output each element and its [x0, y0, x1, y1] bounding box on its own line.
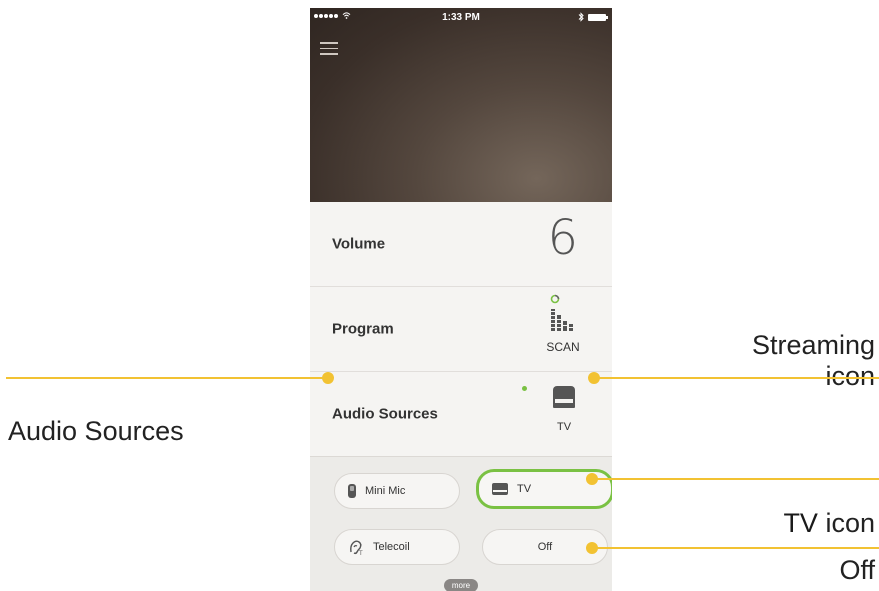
audio-sources-label: Audio Sources: [332, 405, 438, 423]
callout-tv-icon: TV icon: [783, 508, 875, 539]
battery-icon: [588, 13, 608, 21]
telecoil-button[interactable]: T Telecoil: [334, 529, 460, 565]
volume-row[interactable]: Volume 6: [310, 202, 612, 287]
svg-text:T: T: [359, 551, 363, 556]
hero-background: [310, 8, 612, 202]
audio-source-panel: Mini Mic TV T Telecoil Off more: [310, 456, 612, 591]
volume-label: Volume: [332, 235, 386, 253]
callout-streaming-line1: Streaming: [751, 330, 875, 360]
tv-icon: [492, 483, 508, 495]
streaming-indicator: TV: [522, 384, 586, 433]
callout-dot-audio-sources: [322, 372, 334, 384]
tv-streamer-icon: [553, 386, 575, 408]
audio-sources-row[interactable]: Audio Sources TV: [310, 372, 612, 457]
callout-line-streaming: [594, 377, 879, 379]
callout-streaming-icon: Streaming icon: [752, 330, 875, 392]
tv-source-label: TV: [517, 483, 532, 495]
program-mode-label: SCAN: [546, 340, 580, 354]
callout-line-off: [592, 547, 879, 549]
callout-audio-sources: Audio Sources: [8, 416, 184, 446]
menu-icon[interactable]: [320, 42, 338, 55]
mini-mic-icon: [348, 484, 356, 498]
mini-mic-label: Mini Mic: [365, 485, 406, 497]
mini-mic-button[interactable]: Mini Mic: [334, 473, 460, 509]
program-row[interactable]: Program SCAN: [310, 287, 612, 372]
callout-off: Off: [839, 555, 875, 585]
status-time: 1:33 PM: [442, 12, 480, 23]
phone-screen: 1:33 PM Volume 6 Program SCAN Audio Sour…: [310, 8, 612, 591]
callout-tv-suffix: icon: [817, 508, 875, 538]
callout-tv-word: TV: [783, 508, 818, 538]
program-indicator: SCAN: [538, 293, 588, 354]
scan-program-icon: [550, 294, 573, 331]
streaming-active-dot: [522, 386, 527, 391]
status-bar: 1:33 PM: [310, 8, 612, 28]
status-right: [578, 12, 608, 22]
off-label: Off: [537, 541, 553, 553]
callout-line-audio-sources: [6, 377, 328, 379]
telecoil-label: Telecoil: [373, 541, 410, 553]
more-button[interactable]: more: [444, 579, 478, 591]
bluetooth-icon: [578, 12, 584, 22]
volume-value: 6: [547, 210, 578, 266]
current-source-label: TV: [556, 421, 572, 433]
program-label: Program: [332, 320, 394, 338]
callout-line-tv: [592, 478, 879, 480]
telecoil-icon: T: [350, 540, 363, 556]
